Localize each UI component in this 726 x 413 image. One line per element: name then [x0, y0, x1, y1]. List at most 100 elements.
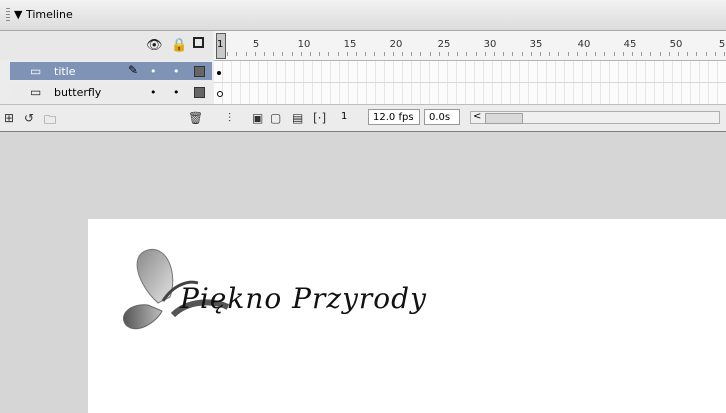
timeline-title[interactable]: ▼ Timeline	[14, 8, 73, 21]
frame-grid[interactable]	[214, 61, 726, 104]
add-motion-guide-icon[interactable]: ↺	[24, 111, 34, 125]
ruler-tick	[494, 52, 495, 56]
scroll-left-icon[interactable]: <	[473, 111, 481, 122]
frame-ruler[interactable]: 151015202530354045505	[214, 31, 726, 61]
center-frame-icon[interactable]: ⫶	[228, 111, 231, 126]
outline-icon[interactable]	[193, 37, 204, 48]
ruler-tick	[310, 52, 311, 56]
ruler-tick	[650, 52, 652, 56]
layer-row-title[interactable]: ▭ title ✎ • •	[10, 62, 212, 80]
lock-icon[interactable]: 🔒	[171, 38, 187, 53]
frame-number-label: 5	[252, 39, 260, 50]
ruler-tick	[530, 52, 532, 56]
frame-number-label: 25	[437, 39, 451, 50]
ruler-tick	[659, 52, 661, 56]
ruler-tick	[420, 52, 422, 56]
ruler-tick	[503, 52, 505, 56]
stage-title-text[interactable]: Piękno Przyrody	[180, 282, 427, 315]
frame-number-label: 50	[669, 39, 683, 50]
frame-number-label: 40	[577, 39, 591, 50]
onion-skin-icon[interactable]: ▣	[252, 111, 263, 125]
layer-row-butterfly[interactable]: ▭ butterfly • •	[10, 83, 212, 101]
ruler-tick	[641, 52, 643, 56]
lock-dot[interactable]: •	[173, 65, 180, 78]
frame-number-label: 20	[389, 39, 403, 50]
ruler-tick	[448, 52, 449, 56]
ruler-tick	[337, 52, 339, 56]
ruler-tick	[402, 52, 403, 56]
frame-number-label: 15	[343, 39, 357, 50]
ruler-tick	[613, 52, 615, 56]
flash-editor: ▼ Timeline 👁 🔒 151015202530354045505 1 ▭…	[0, 0, 726, 413]
ruler-tick	[429, 52, 431, 56]
frame-number-label: 10	[297, 39, 311, 50]
ruler-tick	[392, 52, 394, 56]
ruler-tick	[328, 52, 330, 56]
modify-onion-markers-icon[interactable]: [·]	[313, 111, 326, 125]
ruler-tick	[227, 52, 229, 56]
onion-skin-outlines-icon[interactable]: ▢	[270, 111, 281, 125]
timeline-hscroll[interactable]: <	[470, 111, 720, 124]
current-frame-number: 1	[217, 39, 224, 50]
ruler-tick	[595, 52, 597, 56]
outline-square[interactable]	[194, 66, 205, 77]
ruler-tick	[319, 52, 321, 56]
insert-layer-icon[interactable]: ⊞	[4, 111, 14, 125]
trash-icon[interactable]: 🗑	[188, 111, 203, 125]
keyframe-empty[interactable]	[217, 91, 223, 97]
ruler-tick	[374, 52, 376, 56]
timeline-panel: ▼ Timeline 👁 🔒 151015202530354045505 1 ▭…	[0, 0, 726, 132]
ruler-tick	[365, 52, 367, 56]
ruler-tick	[457, 52, 459, 56]
ruler-tick	[567, 52, 569, 56]
ruler-tick	[264, 52, 265, 56]
ruler-tick	[512, 52, 514, 56]
ruler-tick	[273, 52, 275, 56]
ruler-tick	[245, 52, 247, 56]
ruler-tick	[300, 52, 302, 56]
visibility-dot[interactable]: •	[150, 86, 157, 99]
frame-field: 1	[341, 111, 348, 122]
frame-number-label: 5	[718, 39, 726, 50]
edit-multiple-frames-icon[interactable]: ▤	[292, 111, 303, 125]
ruler-tick	[586, 52, 587, 56]
ruler-tick	[705, 52, 707, 56]
frame-number-label: 35	[529, 39, 543, 50]
ruler-tick	[576, 52, 578, 56]
layer-icon: ▭	[30, 85, 42, 99]
ruler-tick	[466, 52, 468, 56]
ruler-tick	[282, 52, 284, 56]
ruler-tick	[678, 52, 679, 56]
scroll-thumb[interactable]	[485, 113, 523, 124]
ruler-tick	[668, 52, 670, 56]
ruler-tick	[540, 52, 541, 56]
visibility-dot[interactable]: •	[150, 65, 157, 78]
timeline-header[interactable]: ▼ Timeline	[0, 0, 726, 31]
ruler-tick	[632, 52, 633, 56]
ruler-tick	[558, 52, 560, 56]
ruler-tick	[521, 52, 523, 56]
frame-number-label: 30	[483, 39, 497, 50]
ruler-tick	[383, 52, 385, 56]
insert-folder-icon[interactable]: 🗀	[44, 111, 56, 132]
lock-dot[interactable]: •	[173, 86, 180, 99]
ruler-tick	[604, 52, 606, 56]
fps-field[interactable]: 12.0 fps	[368, 109, 420, 125]
time-field: 0.0s	[424, 109, 460, 125]
frame-number-label: 45	[623, 39, 637, 50]
panel-grip-icon[interactable]	[6, 8, 10, 22]
layer-name: title	[54, 65, 76, 78]
ruler-tick	[714, 52, 716, 56]
ruler-tick	[724, 52, 725, 56]
outline-square[interactable]	[194, 87, 205, 98]
eye-icon[interactable]: 👁	[146, 38, 163, 53]
timeline-toolbar: ⊞ ↺ 🗀 🗑 ⫶ ▣ ▢ ▤ [·] 1 12.0 fps 0.0s <	[0, 104, 726, 131]
ruler-tick	[236, 52, 238, 56]
ruler-tick	[254, 52, 256, 56]
ruler-tick	[549, 52, 551, 56]
ruler-tick	[484, 52, 486, 56]
ruler-tick	[475, 52, 477, 56]
pencil-icon: ✎	[128, 63, 139, 77]
ruler-tick	[356, 52, 357, 56]
keyframe-filled[interactable]	[217, 71, 221, 75]
